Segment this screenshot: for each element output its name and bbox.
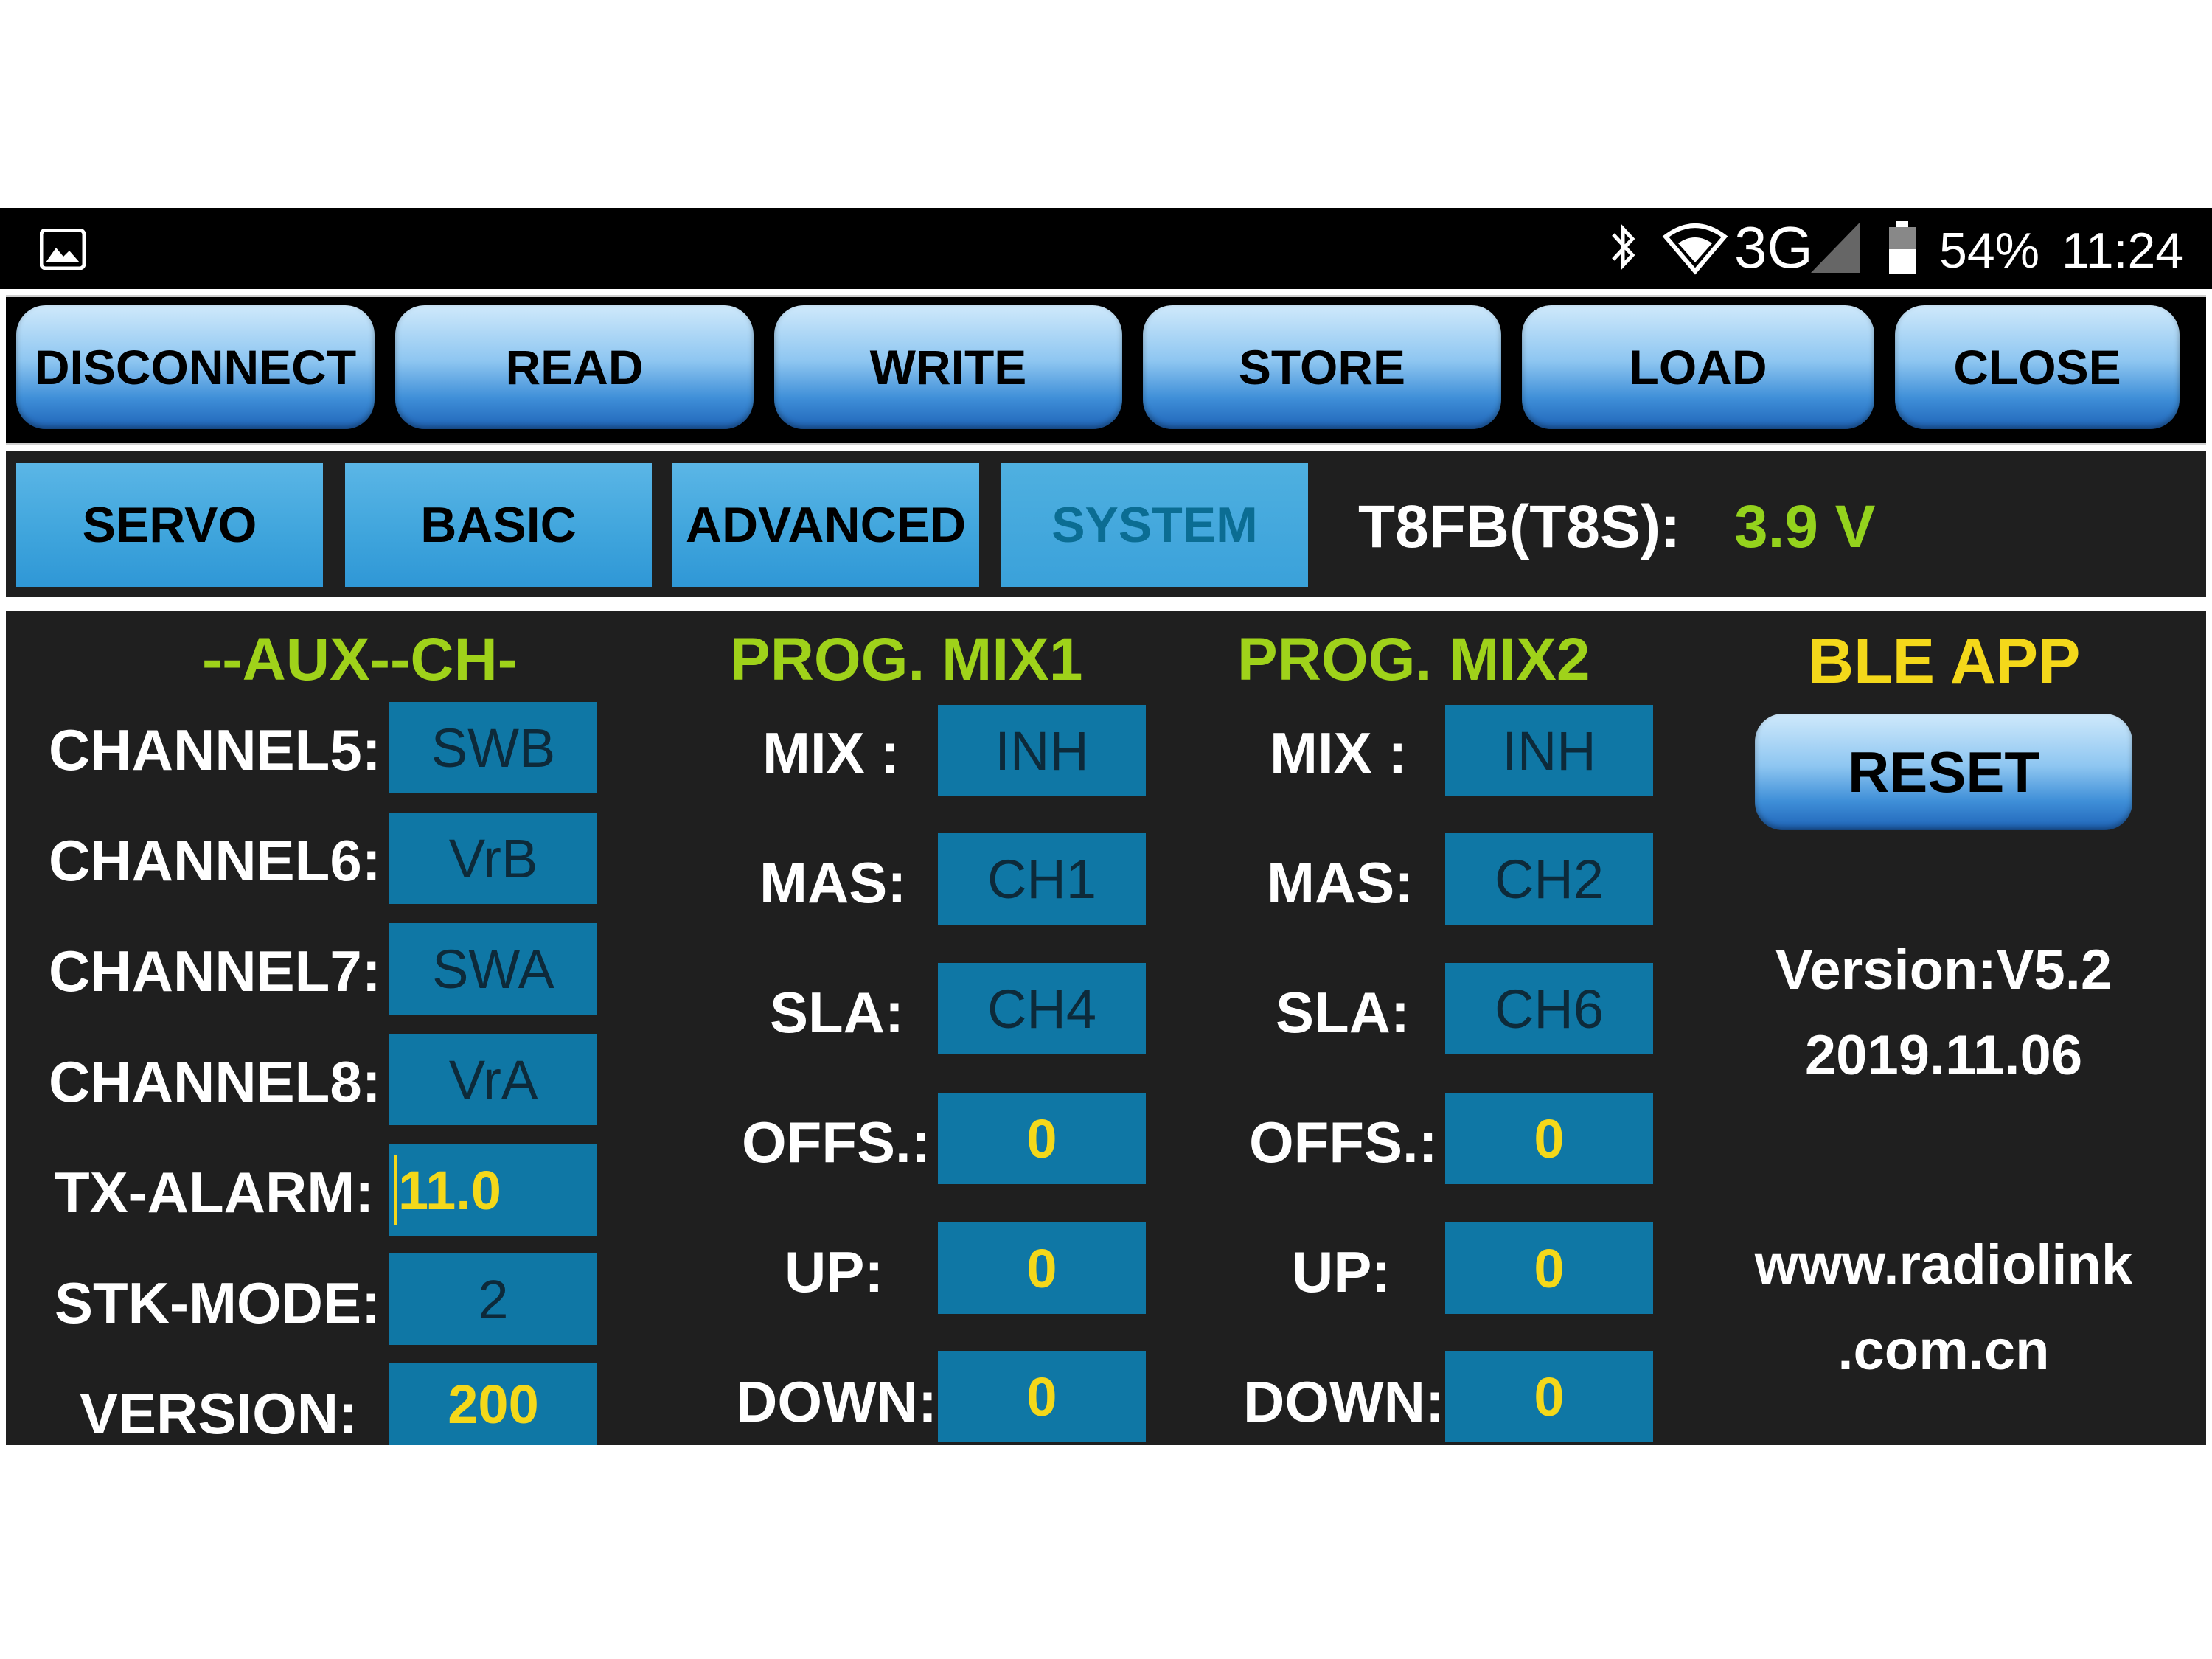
text-cursor [394, 1155, 397, 1225]
mix1-down-label: DOWN: [736, 1369, 937, 1434]
network-type: 3G [1734, 215, 1813, 280]
version-value: 200 [389, 1363, 597, 1445]
channel8-select[interactable]: VrA [389, 1034, 597, 1125]
tab-servo[interactable]: SERVO [16, 463, 323, 587]
store-button[interactable]: STORE [1143, 305, 1501, 429]
mix2-mix-select[interactable]: INH [1445, 705, 1653, 796]
version-label: VERSION: [80, 1381, 358, 1446]
mix2-down-input[interactable]: 0 [1445, 1351, 1653, 1442]
ble-app-title: BLE APP [1808, 626, 2081, 697]
stick-mode-label: STK-MODE: [55, 1270, 380, 1335]
channel7-select[interactable]: SWA [389, 923, 597, 1015]
channel6-label: CHANNEL6: [49, 828, 381, 893]
mix2-slave-select[interactable]: CH6 [1445, 963, 1653, 1054]
mix2-slave-label: SLA: [1276, 980, 1410, 1045]
website-line2: .com.cn [1837, 1319, 2050, 1382]
mix1-down-input[interactable]: 0 [938, 1351, 1146, 1442]
prog-mix2-header: PROG. MIX2 [1237, 626, 1590, 693]
tx-alarm-label: TX-ALARM: [55, 1160, 375, 1225]
battery-icon [1889, 221, 1916, 274]
mix1-mix-label: MIX : [762, 720, 900, 785]
prog-mix1-header: PROG. MIX1 [730, 626, 1083, 693]
receiver-voltage: 3.9 V [1734, 493, 1876, 560]
app-date: 2019.11.06 [1804, 1024, 2083, 1087]
mix1-up-label: UP: [785, 1239, 884, 1304]
mix2-master-select[interactable]: CH2 [1445, 833, 1653, 925]
bluetooth-icon [1612, 223, 1635, 271]
channel5-label: CHANNEL5: [49, 717, 381, 782]
stick-mode-select[interactable]: 2 [389, 1253, 597, 1345]
mix2-master-label: MAS: [1267, 850, 1414, 915]
read-button[interactable]: READ [395, 305, 754, 429]
mix2-mix-label: MIX : [1270, 720, 1408, 785]
mix1-offset-label: OFFS.: [742, 1110, 931, 1175]
channel7-label: CHANNEL7: [49, 939, 381, 1004]
mix2-offset-label: OFFS.: [1249, 1110, 1438, 1175]
mix2-offset-input[interactable]: 0 [1445, 1093, 1653, 1184]
mix1-slave-label: SLA: [770, 980, 904, 1045]
wifi-icon [1662, 223, 1728, 275]
mix1-offset-input[interactable]: 0 [938, 1093, 1146, 1184]
status-bar [0, 208, 2212, 289]
mix1-master-label: MAS: [759, 850, 907, 915]
image-icon [40, 229, 86, 270]
aux-channel-header: --AUX--CH- [202, 626, 518, 693]
tab-basic[interactable]: BASIC [345, 463, 652, 587]
website-line1: www.radiolink [1754, 1234, 2133, 1296]
mix2-up-label: UP: [1292, 1239, 1391, 1304]
tab-advanced[interactable]: ADVANCED [672, 463, 979, 587]
clock-time: 11:24 [2062, 223, 2184, 279]
receiver-label: T8FB(T8S): [1358, 493, 1681, 560]
tx-alarm-input[interactable]: 11.0 [389, 1144, 597, 1236]
battery-percent: 54% [1939, 223, 2040, 279]
tx-alarm-value: 11.0 [398, 1159, 501, 1221]
app-version: Version:V5.2 [1775, 939, 2112, 1001]
channel5-select[interactable]: SWB [389, 702, 597, 793]
channel8-label: CHANNEL8: [49, 1049, 381, 1114]
signal-icon [1811, 223, 1860, 273]
load-button[interactable]: LOAD [1522, 305, 1874, 429]
channel6-select[interactable]: VrB [389, 813, 597, 904]
reset-button[interactable]: RESET [1755, 714, 2132, 830]
mix1-master-select[interactable]: CH1 [938, 833, 1146, 925]
write-button[interactable]: WRITE [774, 305, 1122, 429]
mix2-up-input[interactable]: 0 [1445, 1222, 1653, 1314]
close-button[interactable]: CLOSE [1895, 305, 2180, 429]
disconnect-button[interactable]: DISCONNECT [16, 305, 375, 429]
mix2-down-label: DOWN: [1243, 1369, 1444, 1434]
mix1-mix-select[interactable]: INH [938, 705, 1146, 796]
mix1-up-input[interactable]: 0 [938, 1222, 1146, 1314]
tab-system[interactable]: SYSTEM [1001, 463, 1308, 587]
mix1-slave-select[interactable]: CH4 [938, 963, 1146, 1054]
